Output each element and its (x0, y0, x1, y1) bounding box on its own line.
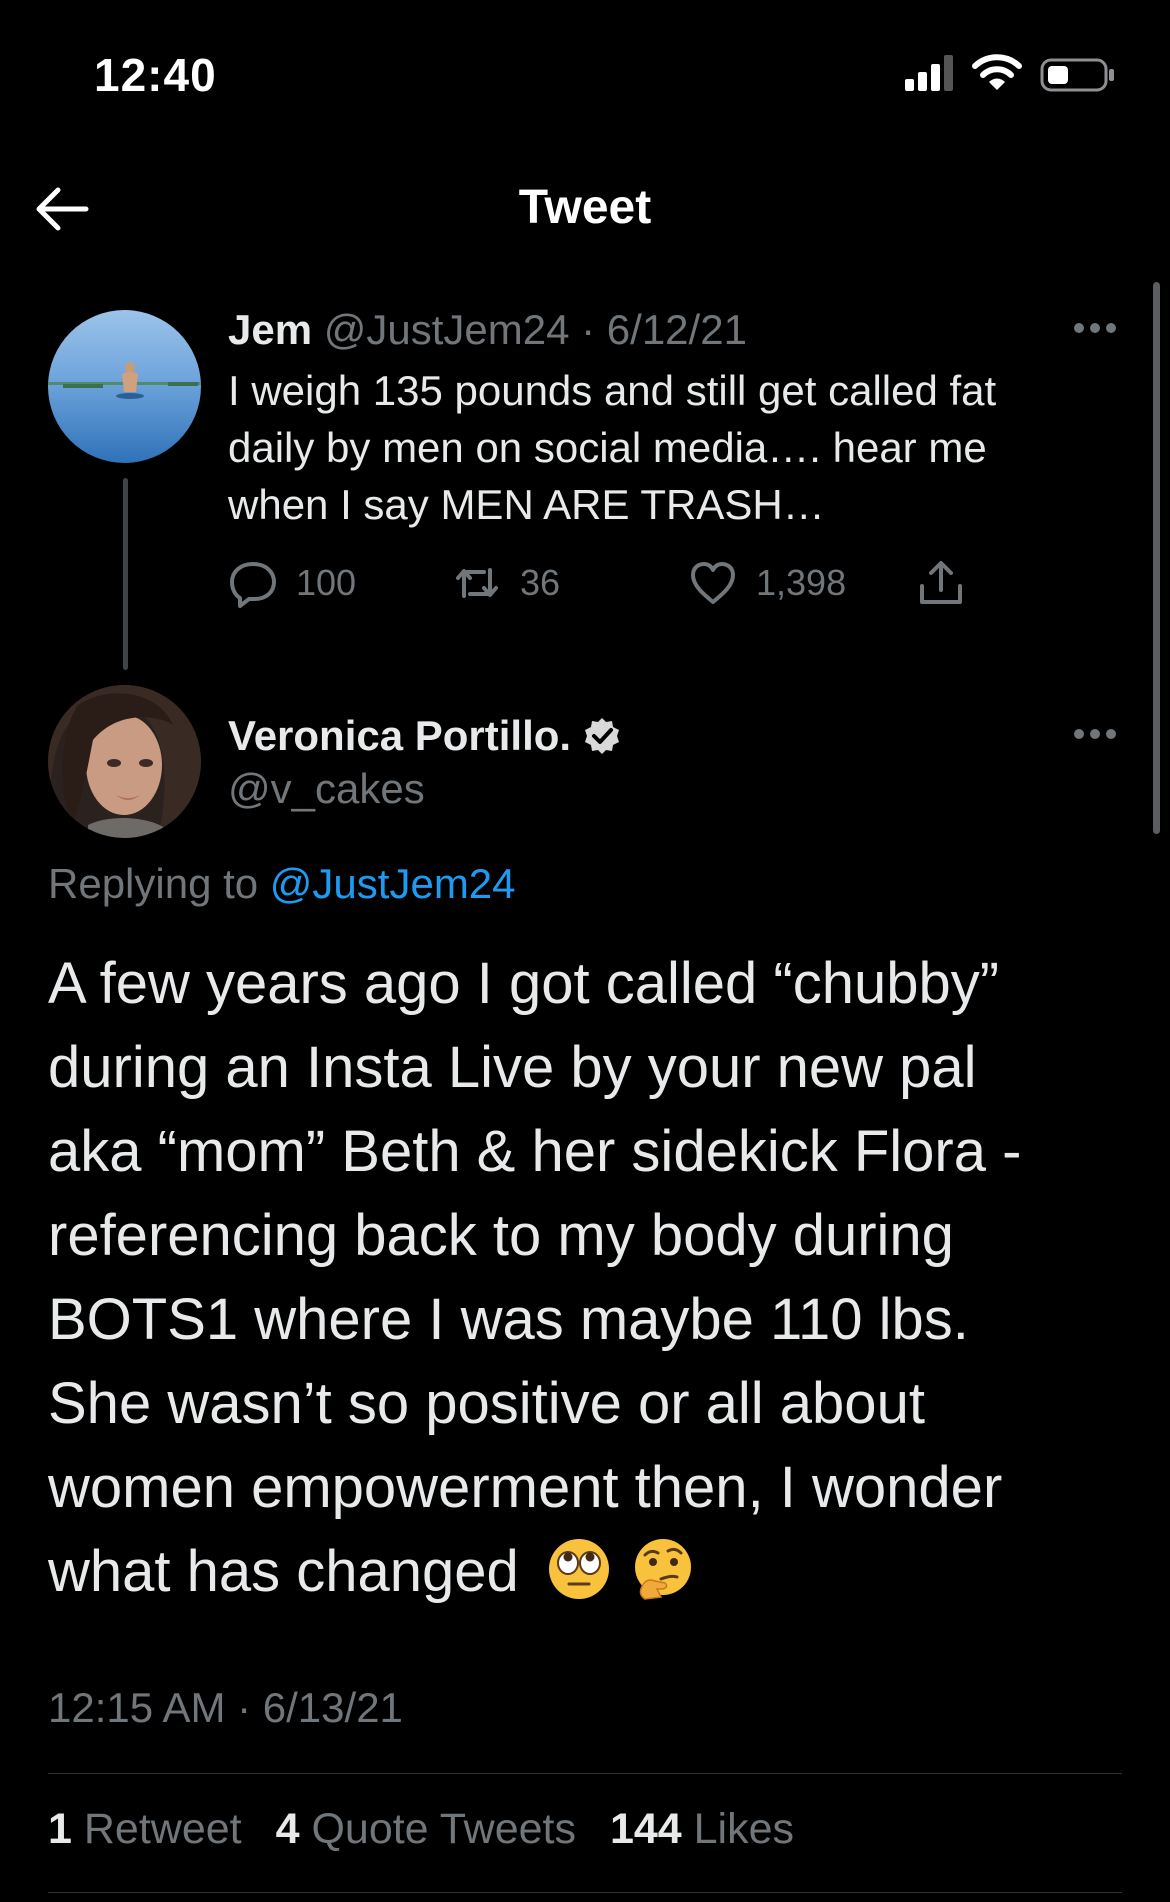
retweet-button[interactable]: 36 (452, 558, 560, 608)
likes-label: Likes (693, 1805, 795, 1853)
main-tweet-text: A few years ago I got called “chubby” du… (48, 942, 1138, 1614)
share-button[interactable] (916, 558, 966, 608)
wifi-icon (972, 54, 1022, 90)
replying-to: Replying to @JustJem24 (48, 860, 516, 908)
tweet-timestamp[interactable]: 12:15 AM · 6/13/21 (48, 1684, 403, 1732)
replying-to-link[interactable]: @JustJem24 (270, 860, 516, 907)
page-title: Tweet (518, 181, 652, 234)
retweets-stat[interactable]: 1 Retweet (48, 1805, 242, 1853)
reply-icon (230, 562, 276, 608)
tweet-text-line: aka “mom” Beth & her sidekick Flora - (48, 1119, 1022, 1184)
scrollbar[interactable] (1153, 282, 1160, 834)
author-handle[interactable]: @v_cakes (228, 765, 425, 813)
more-options-icon[interactable] (1073, 728, 1117, 740)
author-handle[interactable]: @JustJem24 (324, 306, 570, 353)
author-name[interactable]: Jem (228, 306, 312, 353)
tweet-text-line: when I say MEN ARE TRASH… (228, 481, 825, 528)
thread-connector-line (123, 478, 128, 670)
thinking-emoji-icon (635, 1539, 692, 1600)
tweet-text-line: during an Insta Live by your new pal (48, 1035, 977, 1100)
more-options-icon[interactable] (1073, 322, 1117, 334)
divider (48, 1773, 1122, 1774)
retweets-label: Retweet (83, 1805, 242, 1853)
quote-tweets-label: Quote Tweets (311, 1805, 576, 1853)
replying-to-label: Replying to (48, 860, 259, 907)
battery-icon (1040, 58, 1114, 92)
retweet-count: 36 (520, 562, 561, 603)
tweet-text-line: referencing back to my body during (48, 1203, 954, 1268)
retweet-icon (456, 568, 498, 598)
quote-tweets-stat[interactable]: 4 Quote Tweets (276, 1805, 576, 1853)
tweet-text-line-last: what has changed (48, 1530, 1138, 1614)
main-tweet-header: Veronica Portillo. (228, 712, 622, 760)
retweets-count: 1 (48, 1805, 72, 1853)
tweet-text-line: She wasn’t so positive or all about (48, 1371, 925, 1436)
tweet-text-line: daily by men on social media…. hear me (228, 424, 987, 471)
tweet-text-line: what has changed (48, 1539, 519, 1604)
like-count: 1,398 (756, 562, 847, 603)
reply-button[interactable]: 100 (228, 558, 356, 608)
quote-tweets-count: 4 (275, 1805, 300, 1853)
like-button[interactable]: 1,398 (688, 558, 846, 608)
tweet-text-line: I weigh 135 pounds and still get called … (228, 367, 997, 414)
tweet-text-line: BOTS1 where I was maybe 110 lbs. (48, 1287, 969, 1352)
author-name[interactable]: Veronica Portillo. (228, 712, 571, 759)
avatar-jem[interactable] (48, 310, 201, 463)
likes-count: 144 (609, 1805, 682, 1853)
cellular-signal-icon (905, 55, 953, 91)
eye-roll-emoji-icon (548, 1539, 609, 1599)
parent-tweet-text: I weigh 135 pounds and still get called … (228, 362, 1128, 533)
verified-badge-icon (584, 718, 619, 754)
likes-stat[interactable]: 144 Likes (610, 1805, 794, 1853)
tweet-text-line: A few years ago I got called “chubby” (48, 951, 1000, 1016)
tweet-date[interactable]: · 6/12/21 (581, 306, 747, 353)
avatar-veronica[interactable] (48, 685, 201, 838)
reply-count: 100 (296, 562, 357, 603)
tweet-text-line: women empowerment then, I wonder (48, 1455, 1003, 1520)
status-time: 12:40 (94, 49, 217, 101)
share-icon (920, 561, 962, 604)
divider (48, 1892, 1122, 1893)
heart-icon (691, 562, 735, 604)
parent-tweet-header: Jem @JustJem24 · 6/12/21 (228, 306, 747, 354)
tweet-stats: 1 Retweet 4 Quote Tweets 144 Likes (48, 1805, 794, 1854)
